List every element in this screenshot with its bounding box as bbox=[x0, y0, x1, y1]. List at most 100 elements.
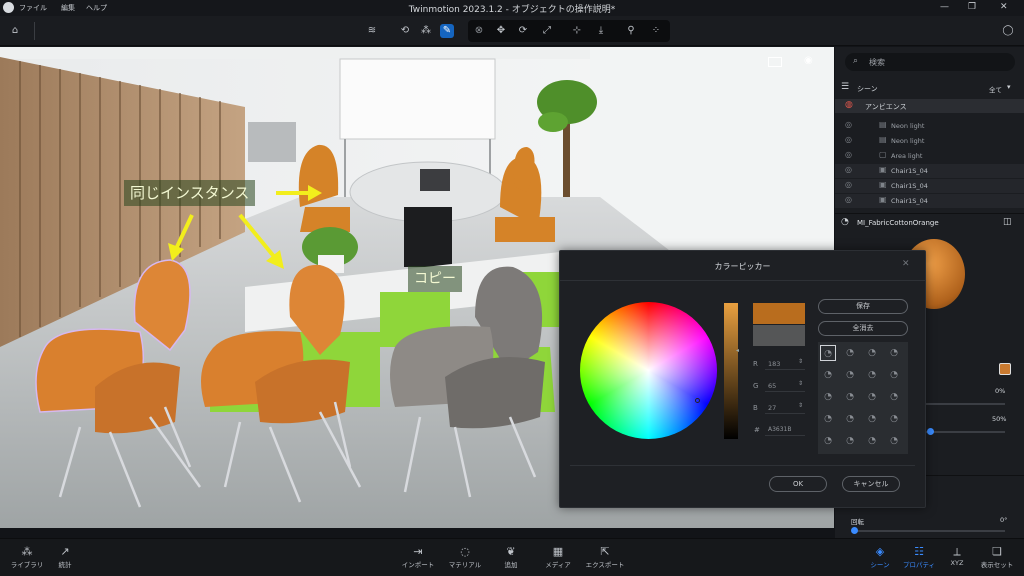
fullscreen-icon[interactable] bbox=[768, 57, 782, 67]
slider-2[interactable] bbox=[925, 431, 1005, 433]
eyedropper-icon[interactable]: ✎ bbox=[440, 24, 454, 38]
move-icon[interactable]: ✥ bbox=[494, 24, 508, 38]
user-icon[interactable]: ◯ bbox=[1001, 24, 1015, 38]
slider-2-handle[interactable] bbox=[927, 428, 934, 435]
empty-swatch-icon[interactable]: ◔ bbox=[820, 411, 836, 427]
empty-swatch-icon[interactable]: ◔ bbox=[842, 367, 858, 383]
import-button[interactable]: ⇥ インポート bbox=[393, 545, 443, 569]
color-wheel[interactable] bbox=[580, 302, 717, 439]
snap-icon[interactable]: ⊹ bbox=[570, 24, 584, 38]
scale-icon[interactable]: ⤢ bbox=[540, 24, 554, 38]
material-name: MI_FabricCottonOrange bbox=[857, 219, 939, 227]
empty-swatch-icon[interactable]: ◔ bbox=[842, 389, 858, 405]
media-label: メディア bbox=[545, 561, 571, 569]
tree-row[interactable]: ◎ ▣ Chair1S_04 bbox=[835, 164, 1024, 178]
slider-1[interactable] bbox=[925, 403, 1005, 405]
b-stepper-icon[interactable]: ⇕ bbox=[798, 402, 803, 409]
empty-swatch-icon[interactable]: ◔ bbox=[842, 433, 858, 449]
eye-icon[interactable]: ◎ bbox=[845, 195, 852, 204]
drop-to-floor-icon[interactable]: ⤓ bbox=[594, 24, 608, 38]
populate-button[interactable]: ❦ 追加 bbox=[486, 545, 536, 569]
tree-row[interactable]: ◎ ▤ Neon light bbox=[835, 119, 1024, 133]
brightness-slider[interactable] bbox=[724, 303, 738, 439]
empty-swatch-icon[interactable]: ◔ bbox=[886, 367, 902, 383]
empty-swatch-icon[interactable]: ◔ bbox=[864, 389, 880, 405]
object-icon: ▣ bbox=[879, 180, 887, 189]
paint-icon[interactable]: ⁂ bbox=[419, 24, 433, 38]
empty-swatch-icon[interactable]: ◔ bbox=[842, 411, 858, 427]
display-set-tab-label: 表示セット bbox=[980, 561, 1014, 569]
tree-row[interactable]: ◎ ▢ Area light bbox=[835, 149, 1024, 163]
chevron-down-icon[interactable]: ▾ bbox=[1007, 83, 1011, 91]
save-button[interactable]: 保存 bbox=[818, 299, 908, 314]
dialog-close-icon[interactable]: ✕ bbox=[902, 259, 910, 269]
r-stepper-icon[interactable]: ⇕ bbox=[798, 358, 803, 365]
color-swatch[interactable] bbox=[999, 363, 1011, 375]
export-button[interactable]: ⇱ エクスポート bbox=[580, 545, 630, 569]
eye-icon[interactable]: ◎ bbox=[845, 120, 852, 129]
empty-swatch-icon[interactable]: ◔ bbox=[864, 367, 880, 383]
material-button[interactable]: ◌ マテリアル bbox=[440, 545, 490, 569]
pivot-icon[interactable]: ⁘ bbox=[649, 24, 663, 38]
close-icon[interactable]: ✕ bbox=[1000, 2, 1008, 12]
ambience-icon: ◍ bbox=[845, 100, 853, 110]
empty-swatch-icon[interactable]: ◔ bbox=[820, 367, 836, 383]
deselect-icon[interactable]: ⊗ bbox=[472, 24, 486, 38]
display-set-tab[interactable]: ❏ 表示セット bbox=[972, 545, 1022, 569]
eye-icon[interactable]: ◎ bbox=[845, 150, 852, 159]
rotation-slider[interactable] bbox=[853, 530, 1005, 532]
b-input[interactable]: 27 ⇕ bbox=[765, 401, 805, 414]
transform-mode-icon[interactable]: ⟲ bbox=[398, 24, 412, 38]
eye-icon[interactable]: ◎ bbox=[845, 165, 852, 174]
stats-button[interactable]: ↗ 統計 bbox=[40, 545, 90, 569]
empty-swatch-icon[interactable]: ◔ bbox=[886, 389, 902, 405]
search-input[interactable]: ⌕ 検索 bbox=[845, 53, 1015, 71]
empty-swatch-icon[interactable]: ◔ bbox=[820, 389, 836, 405]
import-label: インポート bbox=[401, 561, 435, 569]
export-label: エクスポート bbox=[585, 561, 625, 569]
home-icon[interactable]: ⌂ bbox=[8, 24, 22, 38]
ambience-row[interactable]: ◍ アンビエンス bbox=[835, 99, 1024, 113]
walk-icon[interactable]: ⚲ bbox=[624, 24, 638, 38]
r-input[interactable]: 183 ⇕ bbox=[765, 357, 805, 370]
tree-row[interactable]: ◎ ▤ Neon light bbox=[835, 134, 1024, 148]
rotation-label: 回転 bbox=[851, 518, 864, 526]
empty-swatch-icon[interactable]: ◔ bbox=[886, 345, 902, 361]
layers-icon[interactable]: ≋ bbox=[365, 24, 379, 38]
clear-all-button[interactable]: 全消去 bbox=[818, 321, 908, 336]
g-stepper-icon[interactable]: ⇕ bbox=[798, 380, 803, 387]
empty-swatch-icon[interactable]: ◔ bbox=[864, 433, 880, 449]
window-title: Twinmotion 2023.1.2 - オブジェクトの操作説明* bbox=[408, 5, 616, 15]
empty-swatch-icon[interactable]: ◔ bbox=[820, 345, 836, 361]
empty-swatch-icon[interactable]: ◔ bbox=[864, 411, 880, 427]
ok-button[interactable]: OK bbox=[769, 476, 827, 492]
light-icon: ▤ bbox=[879, 120, 887, 129]
restore-icon[interactable]: ❐ bbox=[968, 2, 976, 12]
eye-icon[interactable]: ◎ bbox=[845, 180, 852, 189]
scene-label: シーン bbox=[857, 85, 878, 93]
cancel-button[interactable]: キャンセル bbox=[842, 476, 900, 492]
brightness-handle-icon[interactable]: ◂ bbox=[736, 347, 739, 354]
minimize-icon[interactable]: — bbox=[940, 2, 949, 12]
view-eye-icon[interactable]: ◉ bbox=[804, 55, 813, 66]
dialog-header: カラーピッカー ✕ bbox=[560, 251, 925, 281]
hex-input[interactable]: A3631B bbox=[765, 423, 805, 436]
rotate-icon[interactable]: ⟳ bbox=[516, 24, 530, 38]
color-wheel-marker[interactable] bbox=[695, 398, 700, 403]
g-value: 65 bbox=[768, 382, 777, 390]
material-label: マテリアル bbox=[448, 561, 482, 569]
tree-row[interactable]: ◎ ▣ Chair1S_04 bbox=[835, 179, 1024, 193]
scene-filter[interactable]: 全て bbox=[989, 84, 1002, 94]
tree-row[interactable]: ◎ ▣ Chair1S_04 bbox=[835, 194, 1024, 208]
rotation-slider-handle[interactable] bbox=[851, 527, 858, 534]
empty-swatch-icon[interactable]: ◔ bbox=[886, 411, 902, 427]
g-input[interactable]: 65 ⇕ bbox=[765, 379, 805, 392]
split-view-icon[interactable]: ◫ bbox=[1003, 217, 1012, 227]
display-set-icon: ❏ bbox=[992, 545, 1002, 558]
empty-swatch-icon[interactable]: ◔ bbox=[864, 345, 880, 361]
empty-swatch-icon[interactable]: ◔ bbox=[820, 433, 836, 449]
eye-icon[interactable]: ◎ bbox=[845, 135, 852, 144]
media-button[interactable]: ▦ メディア bbox=[533, 545, 583, 569]
empty-swatch-icon[interactable]: ◔ bbox=[886, 433, 902, 449]
empty-swatch-icon[interactable]: ◔ bbox=[842, 345, 858, 361]
